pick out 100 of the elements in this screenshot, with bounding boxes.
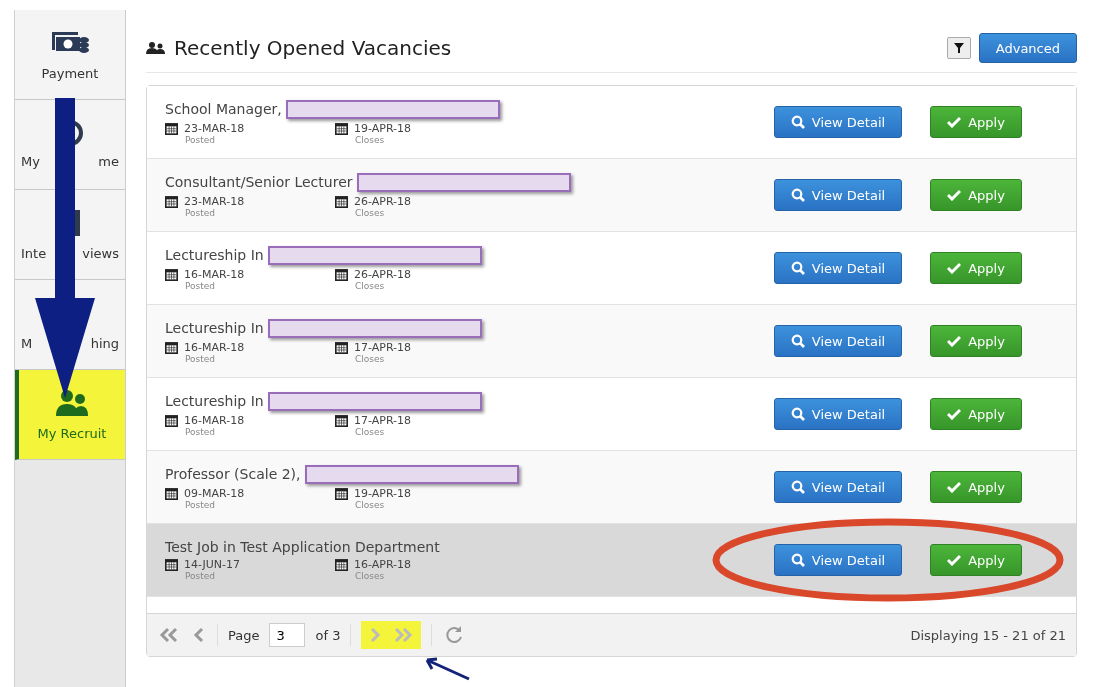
button-label: Apply	[968, 479, 1005, 495]
view-detail-button[interactable]: View Detail	[774, 471, 902, 503]
check-icon	[947, 262, 962, 274]
date-caption: Posted	[184, 353, 217, 364]
people-icon	[54, 388, 90, 418]
search-icon	[790, 334, 805, 348]
check-icon	[947, 554, 962, 566]
filter-button[interactable]	[946, 37, 971, 59]
calendar-icon	[335, 486, 348, 500]
vacancy-title: Lectureship In	[165, 320, 264, 336]
search-icon	[790, 480, 805, 494]
sidebar-label: views	[82, 246, 119, 261]
date-caption: Posted	[184, 280, 217, 291]
button-label: View Detail	[811, 552, 886, 568]
check-icon	[947, 116, 962, 128]
button-label: View Detail	[811, 187, 886, 203]
sidebar-label: Payment	[41, 66, 99, 81]
calendar-icon	[335, 413, 348, 427]
date-caption: Posted	[184, 571, 217, 581]
date-caption: Closes	[354, 353, 386, 364]
closing-date: 26-APR-18	[354, 267, 412, 281]
calendar-icon	[165, 267, 178, 281]
apply-button[interactable]: Apply	[930, 544, 1022, 576]
search-icon	[790, 188, 805, 202]
button-label: Apply	[968, 406, 1005, 422]
apply-button[interactable]: Apply	[930, 398, 1022, 430]
check-icon	[947, 481, 962, 493]
vacancy-row[interactable]: Professor (Scale 2), 09-MAR-18 Posted 19-APR-18 Closes View Detail Apply	[147, 451, 1076, 524]
calendar-icon	[335, 340, 348, 354]
vacancy-title: School Manager,	[165, 101, 282, 117]
search-icon	[790, 115, 805, 129]
date-caption: Closes	[354, 280, 386, 291]
date-caption: Closes	[354, 134, 386, 145]
vacancy-row[interactable]: School Manager, 23-MAR-18 Posted 19-APR-18 Closes View Detail Apply	[147, 86, 1076, 159]
apply-button[interactable]: Apply	[930, 179, 1022, 211]
double-chevron-left-icon	[159, 627, 179, 643]
vacancy-row[interactable]: Consultant/Senior Lecturer 23-MAR-18 Posted 26-APR-18 Closes View Detail Apply	[147, 159, 1076, 232]
calendar-icon	[335, 267, 348, 281]
apply-button[interactable]: Apply	[930, 252, 1022, 284]
posted-date: 23-MAR-18	[184, 194, 245, 208]
button-label: Apply	[968, 333, 1005, 349]
calendar-icon	[335, 121, 348, 135]
view-detail-button[interactable]: View Detail	[774, 544, 902, 576]
vacancy-title: Lectureship In	[165, 247, 264, 263]
button-label: View Detail	[811, 260, 886, 276]
posted-date: 16-MAR-18	[184, 413, 245, 427]
sidebar-label: M	[21, 336, 33, 351]
closing-date: 26-APR-18	[354, 194, 412, 208]
date-caption: Closes	[354, 499, 386, 510]
search-icon	[790, 553, 805, 567]
sidebar-label: Inte	[21, 246, 47, 261]
button-label: Apply	[968, 552, 1005, 568]
calendar-icon	[165, 413, 178, 427]
button-label: View Detail	[811, 333, 886, 349]
displaying-count: Displaying 15 - 21 of 21	[910, 627, 1066, 643]
closing-date: 19-APR-18	[354, 486, 412, 500]
sidebar-label: me	[98, 154, 119, 169]
button-label: Apply	[968, 114, 1005, 130]
vacancy-title: Test Job in Test Application Department	[165, 539, 440, 555]
check-icon	[947, 189, 962, 201]
search-icon	[790, 261, 805, 275]
view-detail-button[interactable]: View Detail	[774, 179, 902, 211]
search-icon	[790, 407, 805, 421]
button-label: Apply	[968, 260, 1005, 276]
page-title: Recently Opened Vacancies	[174, 36, 452, 60]
view-detail-button[interactable]: View Detail	[774, 106, 902, 138]
sidebar-item[interactable]: Payment	[15, 10, 125, 100]
vacancy-row[interactable]: Lectureship In 16-MAR-18 Posted 17-APR-18 Closes View Detail Apply	[147, 305, 1076, 378]
calendar-icon	[165, 340, 178, 354]
date-caption: Posted	[184, 134, 217, 145]
closing-date: 17-APR-18	[354, 413, 412, 427]
button-label: View Detail	[811, 479, 886, 495]
refresh-icon	[444, 625, 465, 645]
apply-button[interactable]: Apply	[930, 471, 1022, 503]
advanced-button[interactable]: Advanced	[978, 33, 1077, 63]
apply-button[interactable]: Apply	[930, 106, 1022, 138]
sidebar-item[interactable]: My Recruit	[15, 370, 125, 460]
view-detail-button[interactable]: View Detail	[774, 252, 902, 284]
vacancy-row[interactable]: Test Job in Test Application Department 14-JUN-17 Posted 16-APR-18 Closes View Detail Apply	[147, 524, 1076, 597]
closing-date: 19-APR-18	[354, 121, 412, 135]
chevron-right-icon	[369, 627, 382, 643]
posted-date: 16-MAR-18	[184, 267, 245, 281]
calendar-icon	[165, 121, 178, 135]
check-icon	[947, 335, 962, 347]
calendar-icon	[165, 558, 178, 571]
button-label: View Detail	[811, 406, 886, 422]
page-input[interactable]: 3	[269, 623, 306, 647]
page-count: of 3	[315, 627, 341, 643]
chevron-left-icon	[193, 627, 205, 643]
posted-date: 09-MAR-18	[184, 486, 245, 500]
view-detail-button[interactable]: View Detail	[774, 398, 902, 430]
posted-date: 23-MAR-18	[184, 121, 245, 135]
view-detail-button[interactable]: View Detail	[774, 325, 902, 357]
apply-button[interactable]: Apply	[930, 325, 1022, 357]
posted-date: 14-JUN-17	[184, 558, 241, 571]
sidebar-label: hing	[90, 336, 119, 351]
page-label: Page	[228, 627, 260, 643]
vacancy-title: Professor (Scale 2),	[165, 466, 301, 482]
people-icon	[146, 41, 166, 55]
date-caption: Posted	[184, 499, 217, 510]
